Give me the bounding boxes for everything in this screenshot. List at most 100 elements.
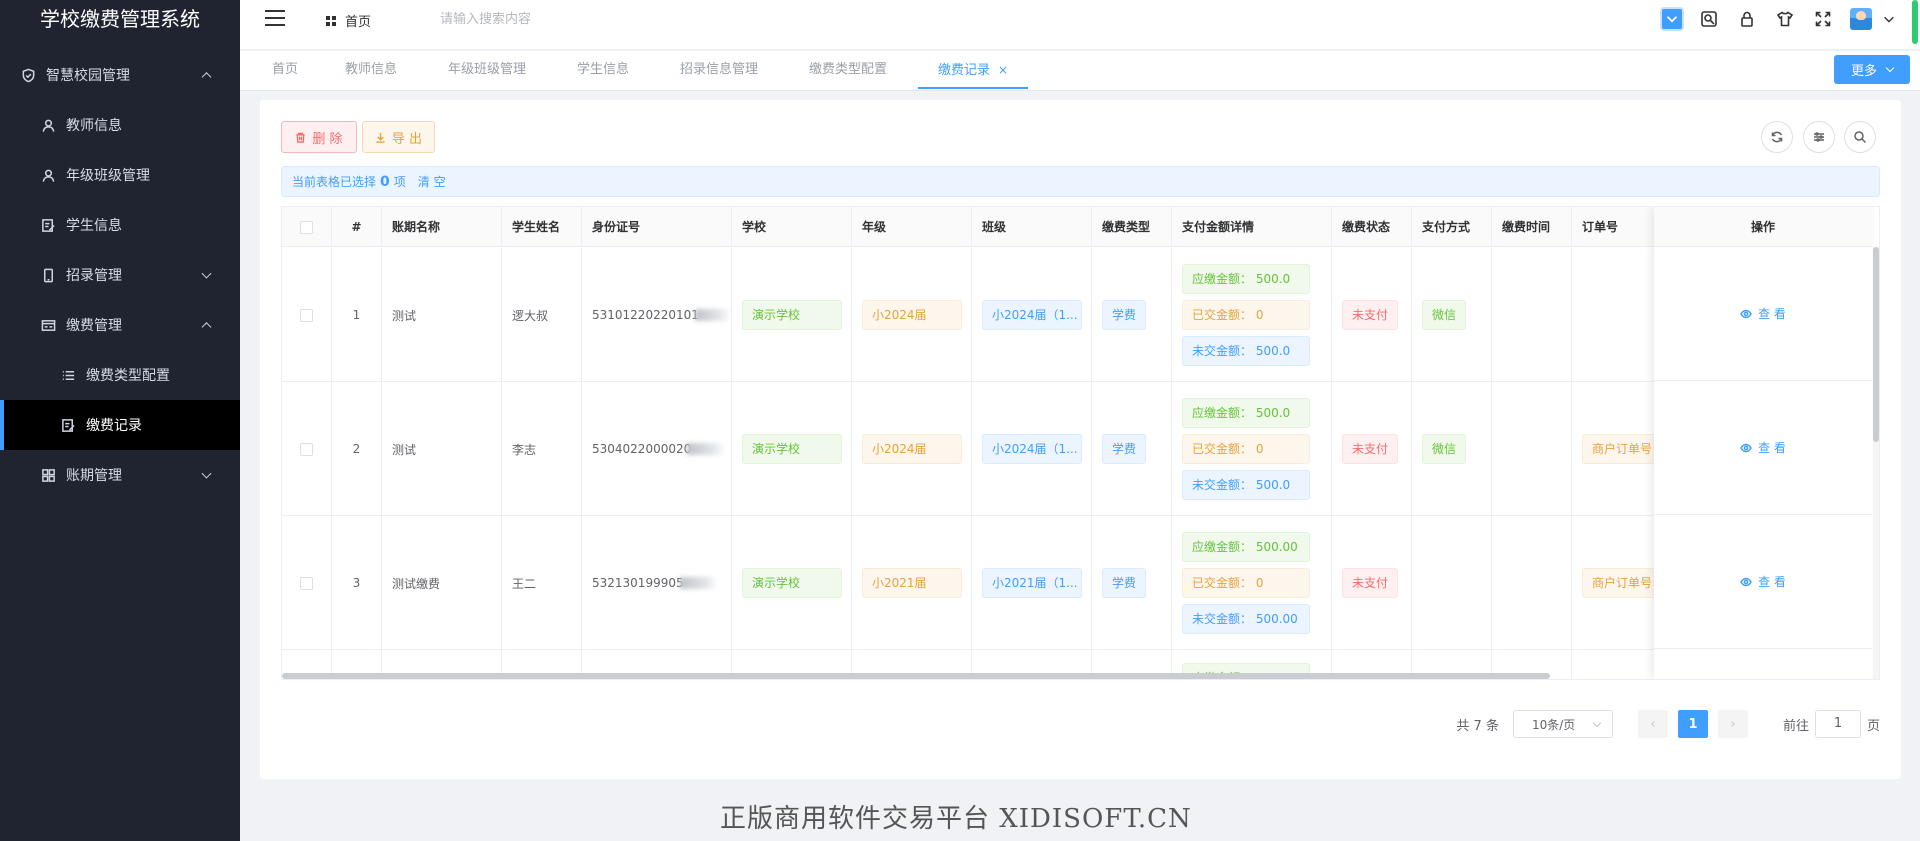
pay-method-cell: 微信 <box>1412 248 1492 382</box>
operation-cell: 查 看 <box>1654 515 1872 649</box>
fullscreen-icon[interactable] <box>1812 8 1834 30</box>
search-input[interactable] <box>440 6 690 32</box>
tab-enrollment-info[interactable]: 招录信息管理 <box>660 51 778 89</box>
horizontal-scrollbar[interactable] <box>282 673 1550 679</box>
edit-icon <box>40 217 56 233</box>
fee-type-tag: 学费 <box>1102 300 1147 330</box>
chevron-down-icon[interactable] <box>1882 8 1896 30</box>
dropdown-toggle-icon[interactable] <box>1662 9 1682 29</box>
row-checkbox[interactable] <box>300 576 313 590</box>
view-link[interactable]: 查 看 <box>1740 439 1786 456</box>
download-icon <box>376 132 385 143</box>
order-number <box>1572 248 1662 382</box>
hamburger-icon[interactable] <box>265 10 285 26</box>
page-size-select[interactable]: 10条/页 <box>1512 710 1613 738</box>
sidebar-item-fee-records[interactable]: 缴费记录 <box>0 400 240 450</box>
more-button[interactable]: 更多 <box>1834 55 1910 84</box>
breadcrumb[interactable]: 首页 <box>326 11 371 30</box>
row-checkbox[interactable] <box>300 442 313 456</box>
shield-icon <box>20 67 36 83</box>
scrollbar[interactable] <box>1912 0 1918 44</box>
app-title: 学校缴费管理系统 <box>40 7 200 31</box>
operation-column: 操作 查 看 查 看 查 看 <box>1654 207 1872 679</box>
prev-page-button[interactable]: ‹ <box>1637 710 1668 738</box>
refresh-button[interactable] <box>1761 121 1793 153</box>
tab-teacher-info[interactable]: 教师信息 <box>325 51 417 89</box>
page-size-value: 10条/页 <box>1531 717 1576 732</box>
row-checkbox-cell <box>282 382 332 516</box>
tab-grade-class[interactable]: 年级班级管理 <box>428 51 546 89</box>
view-link[interactable]: 查 看 <box>1740 573 1786 590</box>
sidebar-item-billing-period[interactable]: 账期管理 <box>0 450 240 500</box>
sidebar-item-enrollment[interactable]: 招录管理 <box>0 250 240 300</box>
grade-cell: 小2024届 <box>852 382 972 516</box>
sidebar-item-smart-campus[interactable]: 智慧校园管理 <box>0 50 240 100</box>
trash-icon <box>296 132 306 143</box>
layout-search-icon[interactable] <box>1698 8 1720 30</box>
class-cell: 小2024届（1... <box>972 382 1092 516</box>
chevron-down-icon <box>201 268 212 279</box>
avatar[interactable] <box>1850 8 1872 30</box>
search-icon <box>1854 131 1867 144</box>
tab-student-info[interactable]: 学生信息 <box>557 51 649 89</box>
view-link[interactable]: 查 看 <box>1740 305 1786 322</box>
grid-icon <box>326 15 336 26</box>
school-tag: 演示学校 <box>742 568 842 598</box>
order-number-tag: 商户订单号： <box>1582 568 1661 598</box>
sidebar-item-fee-type-config[interactable]: 缴费类型配置 <box>0 350 240 400</box>
sidebar-item-student-info[interactable]: 学生信息 <box>0 200 240 250</box>
export-button[interactable]: 导 出 <box>362 121 435 153</box>
theme-shirt-icon[interactable] <box>1774 8 1796 30</box>
fee-type-cell: 学费 <box>1092 516 1172 650</box>
due-amount-tag: 应缴金额： 500.00 <box>1182 532 1310 562</box>
sidebar-item-teacher-info[interactable]: 教师信息 <box>0 100 240 150</box>
main-card: 删 除 导 出 当前表格已选择 0 项 清 空 # 账期名称 学生姓名 身份证号… <box>260 100 1901 779</box>
sidebar-item-label: 年级班级管理 <box>66 168 150 184</box>
redacted-mask <box>687 443 726 455</box>
period-name: 测试缴费 <box>382 516 502 650</box>
sidebar-item-label: 账期管理 <box>66 468 122 484</box>
vertical-scrollbar[interactable] <box>1873 247 1879 679</box>
pay-method-cell: 微信 <box>1412 382 1492 516</box>
sidebar: 学校缴费管理系统 智慧校园管理 教师信息 年级班级管理 学生信息 招录管理 缴费… <box>0 0 240 841</box>
view-link-label: 查 看 <box>1758 307 1786 321</box>
grade-cell: 小2021届 <box>852 516 972 650</box>
lock-icon[interactable] <box>1736 8 1758 30</box>
eye-icon <box>1740 443 1752 452</box>
operation-cell: 查 看 <box>1654 247 1872 381</box>
sidebar-item-payment[interactable]: 缴费管理 <box>0 300 240 350</box>
status-badge: 未支付 <box>1342 300 1399 330</box>
refresh-icon <box>1771 131 1783 143</box>
page-number-current[interactable]: 1 <box>1677 710 1708 738</box>
more-button-label: 更多 <box>1850 64 1877 79</box>
pay-method-tag: 微信 <box>1422 434 1467 464</box>
sidebar-item-grade-class[interactable]: 年级班级管理 <box>0 150 240 200</box>
select-all-checkbox[interactable] <box>300 220 313 234</box>
selection-prefix: 当前表格已选择 <box>292 175 377 189</box>
clear-selection-link[interactable]: 清 空 <box>418 173 446 190</box>
goto-page-input[interactable]: 1 <box>1814 710 1861 738</box>
tab-fee-type-config[interactable]: 缴费类型配置 <box>789 51 907 89</box>
column-header: 年级 <box>852 207 972 247</box>
fee-type-tag: 学费 <box>1102 434 1147 464</box>
fee-type-tag: 学费 <box>1102 568 1147 598</box>
id-card-cell: 532130199905 <box>582 516 732 650</box>
row-checkbox[interactable] <box>300 308 313 322</box>
edit-icon <box>60 417 76 433</box>
tab-home[interactable]: 首页 <box>252 51 318 89</box>
delete-button[interactable]: 删 除 <box>281 121 357 153</box>
class-tag: 小2024届（1... <box>982 300 1082 330</box>
search-toggle-button[interactable] <box>1844 121 1876 153</box>
due-amount-tag: 应缴金额： 500.0 <box>1182 398 1310 428</box>
order-cell: 商户订单号： <box>1572 516 1662 650</box>
order-number-tag: 商户订单号： <box>1582 434 1661 464</box>
chevron-up-icon <box>201 72 212 83</box>
pay-time <box>1492 516 1572 650</box>
class-cell: 小2024届（1... <box>972 248 1092 382</box>
next-page-button[interactable]: › <box>1717 710 1748 738</box>
school-cell: 演示学校 <box>732 382 852 516</box>
column-settings-button[interactable] <box>1803 121 1835 153</box>
fee-type-cell: 学费 <box>1092 382 1172 516</box>
tab-fee-records[interactable]: 缴费记录 × <box>918 51 1029 89</box>
close-icon[interactable]: × <box>998 63 1008 77</box>
